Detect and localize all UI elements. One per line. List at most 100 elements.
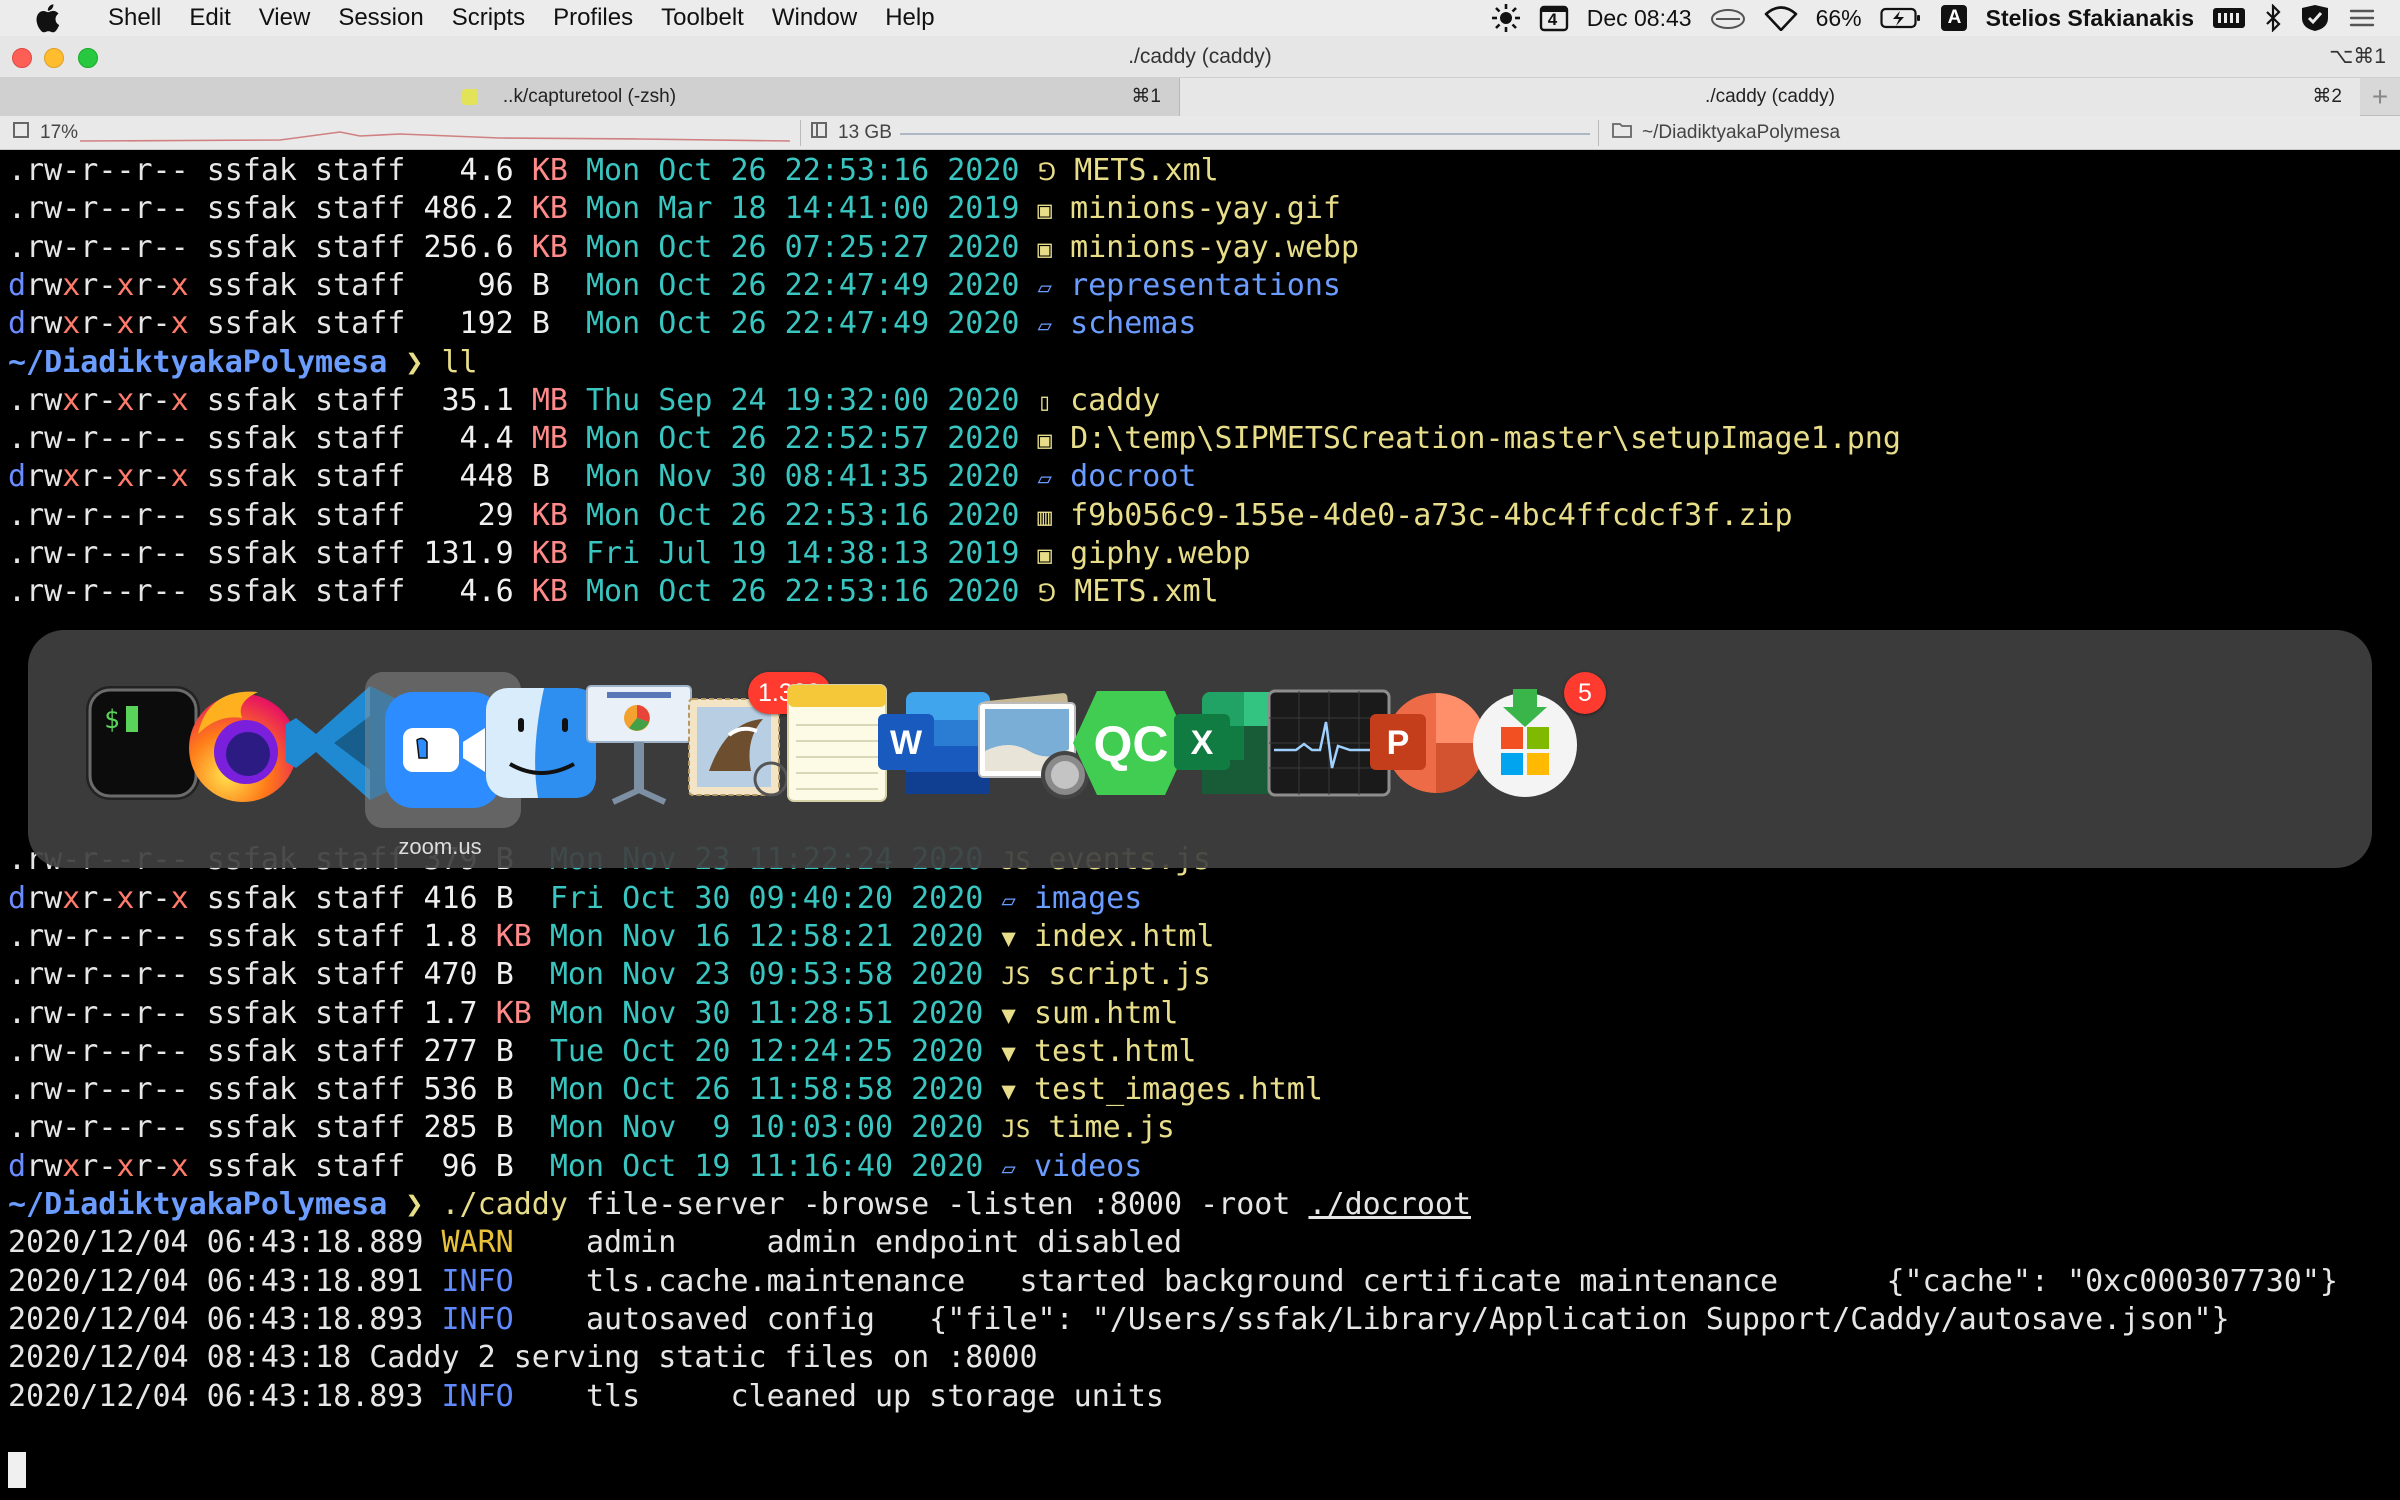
size-unit: B — [495, 957, 532, 992]
prompt-path: ~/DiadiktyakaPolymesa — [8, 345, 388, 380]
current-directory-component[interactable]: ~/DiadiktyakaPolymesa — [1612, 116, 1840, 150]
modified-date: Thu Sep 24 19:32:00 2020 — [586, 383, 1020, 418]
memory-component[interactable]: 13 GB — [810, 116, 892, 150]
selected-app-label: zoom.us — [398, 834, 482, 859]
listing-row: .rwxr-xr-x ssfak staff 35.1 MB Thu Sep 2… — [8, 382, 1160, 420]
permissions: drwxr-xr-x — [8, 268, 189, 303]
tab-label: ..k/capturetool (-zsh) — [502, 86, 677, 107]
owner-group: ssfak staff — [206, 1072, 406, 1107]
modified-date: Mon Oct 26 22:53:16 2020 — [586, 153, 1020, 188]
file-size: 35.1 — [423, 383, 514, 418]
owner-group: ssfak staff — [206, 1034, 406, 1069]
cloud-icon[interactable] — [1710, 3, 1746, 33]
input-source-icon[interactable]: A — [1940, 3, 1968, 33]
log-timestamp: 2020/12/04 06:43:18.889 — [8, 1225, 424, 1260]
cpu-value: 17% — [40, 122, 79, 143]
modified-date: Fri Jul 19 14:38:13 2019 — [586, 536, 1020, 571]
menu-window[interactable]: Window — [758, 0, 871, 36]
command: ./caddy — [441, 1187, 568, 1222]
tab-capturetool[interactable]: ..k/capturetool (-zsh) ⌘1 — [0, 78, 1180, 116]
menu-profiles[interactable]: Profiles — [539, 0, 647, 36]
permissions: .rwxr-xr-x — [8, 383, 189, 418]
new-tab-button[interactable]: + — [2360, 78, 2400, 116]
size-unit: B — [531, 306, 568, 341]
modified-date: Mon Oct 26 22:47:49 2020 — [586, 268, 1020, 303]
brightness-icon[interactable] — [1491, 3, 1521, 33]
modified-date: Mon Oct 26 11:58:58 2020 — [549, 1072, 984, 1107]
listing-row: .rw-r--r-- ssfak staff 285 B Mon Nov 9 1… — [8, 1109, 1175, 1147]
calendar-icon[interactable]: 4 — [1539, 3, 1569, 33]
istat-icon[interactable] — [2212, 3, 2246, 33]
zip-icon: ▥ — [1037, 503, 1052, 531]
rss-icon: ⅁ — [1037, 579, 1057, 607]
log-level: INFO — [441, 1264, 514, 1299]
file-size: 1.7 — [423, 996, 478, 1031]
bluetooth-icon[interactable] — [2264, 3, 2282, 33]
owner-group: ssfak staff — [206, 191, 406, 226]
cpu-component[interactable]: 17% — [12, 116, 78, 150]
menu-help[interactable]: Help — [871, 0, 948, 36]
js-icon: JS — [1001, 962, 1031, 990]
status-separator — [1598, 120, 1599, 146]
tab-caddy[interactable]: ./caddy (caddy) ⌘2 — [1180, 78, 2360, 116]
folder-icon: ▱ — [1001, 886, 1016, 914]
menu-edit[interactable]: Edit — [175, 0, 244, 36]
modified-date: Mon Oct 26 22:53:16 2020 — [586, 574, 1020, 609]
file-size: 277 — [423, 1034, 478, 1069]
clock[interactable]: Dec 08:43 — [1587, 5, 1692, 32]
owner-group: ssfak staff — [206, 459, 406, 494]
svg-text:$: $ — [104, 705, 120, 735]
size-unit: B — [531, 268, 568, 303]
shield-icon[interactable] — [2300, 3, 2330, 33]
memory-graph — [900, 133, 1590, 135]
svg-text:P: P — [1387, 724, 1410, 762]
directory-name: schemas — [1070, 306, 1197, 341]
apple-menu-icon[interactable] — [30, 1, 64, 35]
menu-toolbelt[interactable]: Toolbelt — [647, 0, 758, 36]
owner-group: ssfak staff — [206, 881, 406, 916]
menu-shell[interactable]: Shell — [94, 0, 175, 36]
file-size: 192 — [423, 306, 514, 341]
permissions: .rw-r--r-- — [8, 574, 189, 609]
owner-group: ssfak staff — [206, 957, 406, 992]
owner-group: ssfak staff — [206, 1149, 406, 1184]
rss-icon: ⅁ — [1037, 158, 1057, 186]
file-size: 536 — [423, 1072, 478, 1107]
permissions: .rw-r--r-- — [8, 536, 189, 571]
html-icon: ▼ — [1001, 1001, 1016, 1029]
listing-row: .rw-r--r-- ssfak staff 4.6 KB Mon Oct 26… — [8, 152, 1219, 190]
wifi-icon[interactable] — [1764, 3, 1798, 33]
file-size: 131.9 — [423, 536, 514, 571]
file-name: f9b056c9-155e-4de0-a73c-4bc4ffcdcf3f.zip — [1070, 498, 1793, 533]
permissions: .rw-r--r-- — [8, 1110, 189, 1145]
modified-date: Mon Oct 26 22:52:57 2020 — [586, 421, 1020, 456]
battery-icon[interactable] — [1880, 3, 1922, 33]
log-line: 2020/12/04 06:43:18.893 INFO tls cleaned… — [8, 1378, 1164, 1416]
control-center-icon[interactable] — [2348, 3, 2376, 33]
user-name[interactable]: Stelios Sfakianakis — [1986, 5, 2194, 32]
log-line: 2020/12/04 06:43:18.891 INFO tls.cache.m… — [8, 1263, 2338, 1301]
log-logger: admin — [585, 1225, 677, 1260]
file-name: time.js — [1048, 1110, 1175, 1145]
menu-scripts[interactable]: Scripts — [438, 0, 539, 36]
tab-shortcut: ⌘1 — [1131, 86, 1161, 107]
modified-date: Mon Oct 26 22:53:16 2020 — [586, 498, 1020, 533]
tab-shortcut: ⌘2 — [2312, 86, 2342, 107]
svg-text:X: X — [1191, 724, 1214, 762]
file-size: 470 — [423, 957, 478, 992]
menu-view[interactable]: View — [245, 0, 325, 36]
image-icon: ▣ — [1037, 235, 1052, 263]
size-unit: KB — [495, 996, 532, 1031]
update-count-badge: 5 — [1564, 672, 1606, 714]
shell-prompt: ~/DiadiktyakaPolymesa ❯ ./caddy file-ser… — [8, 1186, 1471, 1224]
menu-session[interactable]: Session — [324, 0, 437, 36]
size-unit: B — [531, 459, 568, 494]
file-size: 4.4 — [423, 421, 514, 456]
file-name: D:\temp\SIPMETSCreation-master\setupImag… — [1070, 421, 1901, 456]
owner-group: ssfak staff — [206, 919, 406, 954]
cpu-icon — [12, 121, 30, 145]
permissions: drwxr-xr-x — [8, 881, 189, 916]
tab-bar: ..k/capturetool (-zsh) ⌘1 ./caddy (caddy… — [0, 78, 2400, 116]
ms-autoupdate-app[interactable]: 5 — [1454, 672, 1606, 814]
permissions: drwxr-xr-x — [8, 306, 189, 341]
